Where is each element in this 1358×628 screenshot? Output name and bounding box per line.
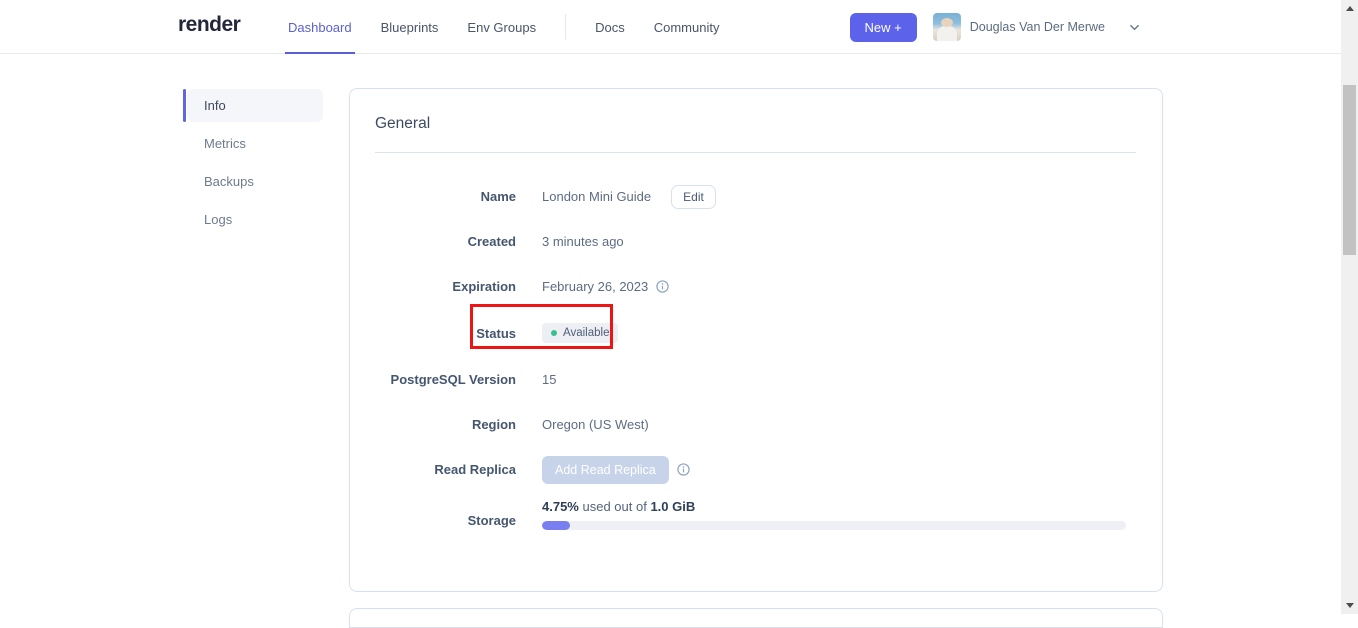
chevron-down-icon[interactable] [1129,22,1140,33]
nav-blueprints[interactable]: Blueprints [381,0,439,54]
service-sidebar: Info Metrics Backups Logs [183,89,323,241]
vertical-scrollbar[interactable] [1341,0,1358,614]
row-name: Name London Mini Guide Edit [350,174,1162,219]
status-badge: Available [542,323,619,343]
nav-docs[interactable]: Docs [595,0,625,54]
nav-env-groups[interactable]: Env Groups [467,0,536,54]
sidebar-item-label: Backups [204,174,254,189]
add-read-replica-button[interactable]: Add Read Replica [542,455,669,484]
name-value: London Mini Guide [542,189,652,204]
user-avatar[interactable] [932,13,961,41]
row-expiration: Expiration February 26, 2023 [350,264,1162,309]
row-storage: Storage 4.75% used out of 1.0 GiB [350,492,1162,552]
storage-used-pct: 4.75% [542,499,579,514]
new-button[interactable]: New + [849,12,917,42]
sidebar-item-backups[interactable]: Backups [183,165,323,198]
status-label: Status [476,325,516,341]
nav-divider [565,14,567,40]
region-label: Region [471,417,516,432]
sidebar-item-info[interactable]: Info [183,89,323,122]
row-region: Region Oregon (US West) [350,402,1162,447]
version-label: PostgreSQL Version [390,372,516,387]
storage-progress-track [542,521,1126,530]
expiration-value: February 26, 2023 [542,279,649,294]
name-label: Name [480,189,516,204]
created-label: Created [467,234,516,249]
sidebar-item-metrics[interactable]: Metrics [183,127,323,160]
storage-label: Storage [467,513,516,528]
sidebar-item-label: Info [204,98,226,113]
sidebar-item-label: Metrics [204,136,246,151]
expiration-label: Expiration [452,279,516,294]
card-title: General [375,115,431,132]
read-replica-info-icon[interactable] [677,463,690,476]
edit-name-button[interactable]: Edit [671,184,716,209]
scrollbar-down-arrow[interactable] [1341,597,1358,614]
row-read-replica: Read Replica Add Read Replica [350,447,1162,492]
storage-total: 1.0 GiB [650,499,696,514]
next-card-top-edge [349,608,1163,628]
status-dot-icon [551,330,557,336]
user-name[interactable]: Douglas Van Der Merwe [970,20,1105,34]
row-postgresql-version: PostgreSQL Version 15 [350,357,1162,402]
info-rows: Name London Mini Guide Edit Created 3 mi… [350,153,1162,552]
scrollbar-thumb[interactable] [1343,85,1356,255]
region-value: Oregon (US West) [542,417,649,432]
top-navbar: render Dashboard Blueprints Env Groups D… [0,0,1341,54]
general-info-card: General Name London Mini Guide Edit Crea… [349,88,1163,592]
sidebar-item-logs[interactable]: Logs [183,203,323,236]
sidebar-item-label: Logs [204,212,233,227]
render-logo[interactable]: render [178,13,241,37]
nav-dashboard[interactable]: Dashboard [285,0,355,54]
row-status: Status Available [350,309,1162,357]
header-user-area: New + Douglas Van Der Merwe [849,0,1140,54]
storage-usage-text: 4.75% used out of 1.0 GiB [542,499,1126,514]
active-indicator-bar [183,89,186,122]
created-value: 3 minutes ago [542,234,624,249]
nav-community[interactable]: Community [654,0,720,54]
storage-progress-fill [542,521,570,530]
status-value: Available [563,327,610,339]
version-value: 15 [542,372,557,387]
expiration-info-icon[interactable] [656,280,669,293]
read-replica-label: Read Replica [434,462,516,477]
main-nav: Dashboard Blueprints Env Groups Docs Com… [285,0,748,54]
scrollbar-up-arrow[interactable] [1341,0,1358,17]
storage-middle-text: used out of [582,499,647,514]
row-created: Created 3 minutes ago [350,219,1162,264]
